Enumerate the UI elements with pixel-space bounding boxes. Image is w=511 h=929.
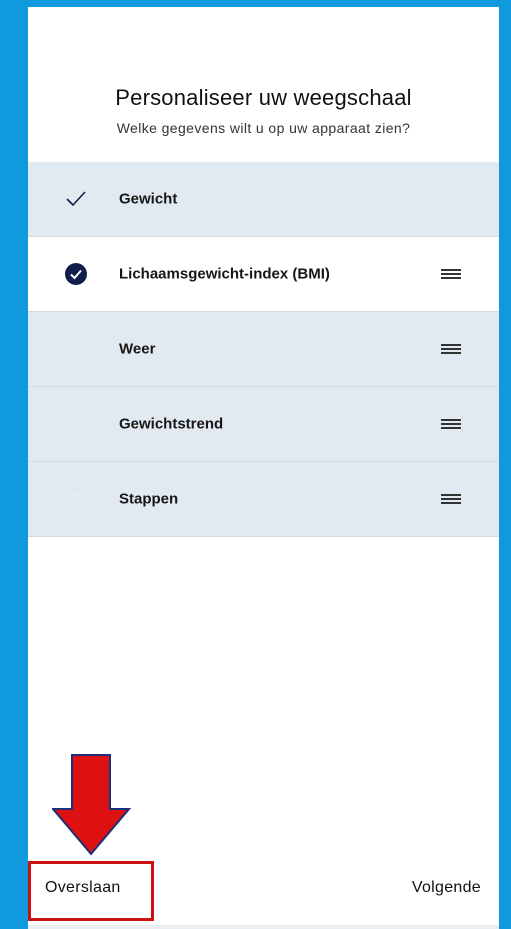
drag-handle-icon[interactable] xyxy=(441,267,461,281)
page-title: Personaliseer uw weegschaal xyxy=(115,85,412,110)
radio-empty-icon[interactable] xyxy=(64,487,88,511)
list-item-label: Gewichtstrend xyxy=(119,415,224,433)
list-item-bmi[interactable]: Lichaamsgewicht-index (BMI) xyxy=(28,237,499,312)
list-item-label: Weer xyxy=(119,340,156,358)
list-item-gewicht[interactable]: Gewicht xyxy=(28,162,499,237)
drag-handle-icon[interactable] xyxy=(441,492,461,506)
list-item-stappen[interactable]: Stappen xyxy=(28,462,499,537)
radio-empty-icon[interactable] xyxy=(64,337,88,361)
data-options-list: Gewicht Lichaamsgewicht-index (BMI) Weer… xyxy=(28,162,499,537)
radio-empty-icon[interactable] xyxy=(64,412,88,436)
skip-highlight-box xyxy=(28,861,154,921)
drag-handle-icon[interactable] xyxy=(441,342,461,356)
checkmark-icon xyxy=(64,187,88,211)
down-arrow-annotation-icon xyxy=(52,754,132,856)
list-item-label: Lichaamsgewicht-index (BMI) xyxy=(119,265,330,283)
checked-circle-icon[interactable] xyxy=(64,262,88,286)
list-item-gewichtstrend[interactable]: Gewichtstrend xyxy=(28,387,499,462)
next-button[interactable]: Volgende xyxy=(412,879,481,897)
list-item-weer[interactable]: Weer xyxy=(28,312,499,387)
page-subtitle: Welke gegevens wilt u op uw apparaat zie… xyxy=(116,120,411,136)
drag-handle-icon[interactable] xyxy=(441,417,461,431)
list-item-label: Gewicht xyxy=(119,190,178,208)
bottom-divider xyxy=(28,925,499,929)
list-item-label: Stappen xyxy=(119,490,179,508)
